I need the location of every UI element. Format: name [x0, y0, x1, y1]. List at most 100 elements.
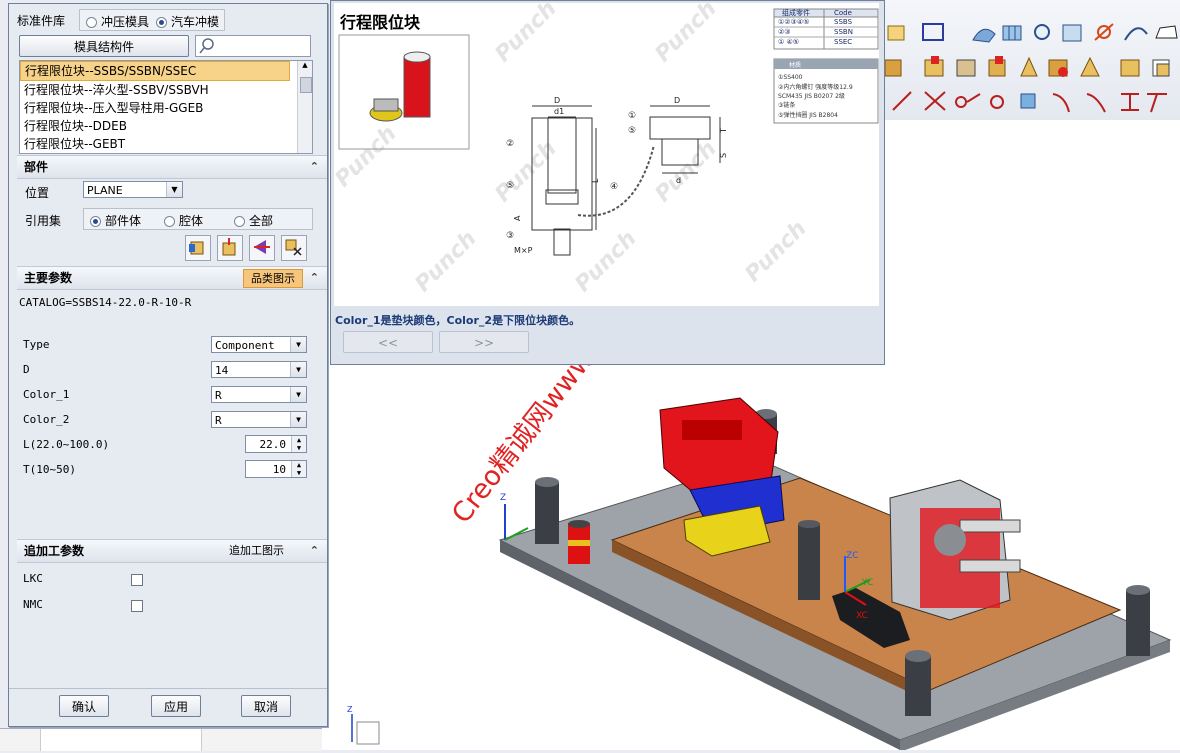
svg-text:④: ④: [610, 182, 618, 192]
curve3-icon[interactable]: [1086, 93, 1106, 113]
flip-icon: [254, 240, 270, 254]
cone-icon[interactable]: [1020, 56, 1038, 77]
svg-text:Punch: Punch: [411, 226, 482, 297]
ok-button[interactable]: 确认: [59, 695, 109, 717]
type-select[interactable]: Component ▼: [211, 336, 307, 353]
delete-part-button[interactable]: [281, 235, 307, 261]
part-section-header[interactable]: 部件 ⌃: [17, 155, 327, 179]
search-input[interactable]: [195, 35, 311, 57]
view-triad-icon: Z: [347, 705, 380, 745]
block-icon[interactable]: [924, 56, 944, 77]
trim-icon[interactable]: [924, 91, 946, 111]
color2-select[interactable]: R ▼: [211, 411, 307, 428]
feature-icon[interactable]: [1080, 56, 1100, 77]
point-icon[interactable]: [1020, 93, 1036, 109]
svg-text:组成零件: 组成零件: [782, 8, 810, 17]
sweep-icon[interactable]: [1124, 27, 1148, 41]
curve2-icon[interactable]: [1052, 93, 1070, 113]
radio-cavity[interactable]: 腔体: [164, 212, 203, 229]
stop-block-small[interactable]: [568, 520, 590, 564]
cylinder-icon[interactable]: [988, 56, 1006, 77]
next-button[interactable]: >>: [439, 331, 529, 353]
flip-button[interactable]: [249, 235, 275, 261]
chevron-down-icon: ▼: [290, 362, 306, 377]
list-item[interactable]: 行程限位块--GEBT: [20, 135, 312, 153]
svg-text:①: ①: [628, 111, 636, 121]
list-item[interactable]: 行程限位块--DDEB: [20, 117, 312, 135]
surface-icon[interactable]: [972, 28, 996, 43]
radio-dot: [234, 216, 245, 227]
arc-icon[interactable]: [955, 93, 981, 108]
color1-select[interactable]: R ▼: [211, 386, 307, 403]
l-value: 22.0: [259, 438, 287, 451]
spinner-arrows-icon[interactable]: ▲ ▼: [291, 461, 306, 477]
corner-icon[interactable]: [1147, 93, 1167, 113]
param-label-color1: Color_1: [23, 388, 70, 401]
add-part-button[interactable]: [185, 235, 211, 261]
pencil-icon[interactable]: [887, 25, 905, 41]
line-icon[interactable]: [892, 91, 912, 111]
svg-text:Punch: Punch: [651, 136, 722, 207]
list-scrollbar[interactable]: ▲: [297, 61, 312, 153]
sphere-icon[interactable]: [1048, 59, 1068, 77]
copy-icon[interactable]: [1152, 59, 1170, 77]
extrude-icon[interactable]: [884, 59, 902, 77]
preview-note: Color_1是垫块颜色，Color_2是下限位块颜色。: [335, 314, 581, 327]
position-select[interactable]: PLANE ▼: [83, 181, 183, 198]
radio-dot: [164, 216, 175, 227]
curve-icon[interactable]: [1094, 23, 1114, 41]
list-item[interactable]: 行程限位块--淬火型-SSBV/SSBVH: [20, 81, 312, 99]
classify-diagram-button[interactable]: 品类图示: [243, 269, 303, 288]
chain: [577, 144, 655, 217]
scroll-thumb[interactable]: [300, 77, 312, 93]
list-item[interactable]: 行程限位块--SSBS/SSBN/SSEC: [20, 61, 290, 81]
axis-xc-label: XC: [856, 611, 868, 621]
bracket-icon[interactable]: [1121, 93, 1139, 111]
radio-auto-label: 汽车冲模: [171, 15, 220, 29]
mold-structure-button[interactable]: 模具结构件: [19, 35, 189, 57]
right-mechanism[interactable]: [889, 479, 1021, 621]
collapse-icon[interactable]: ⌃: [310, 267, 319, 289]
radio-part-body[interactable]: 部件体: [90, 212, 141, 229]
analysis-icon[interactable]: [1034, 24, 1050, 40]
l-spinner[interactable]: 22.0 ▲ ▼: [245, 435, 307, 453]
prev-button[interactable]: <<: [343, 331, 433, 353]
axis-zc-label: ZC: [846, 551, 858, 561]
t-spinner[interactable]: 10 ▲ ▼: [245, 460, 307, 478]
svg-text:Punch: Punch: [651, 3, 722, 67]
guide-post-1[interactable]: [535, 477, 559, 544]
part-list[interactable]: 行程限位块--SSBS/SSBN/SSEC 行程限位块--淬火型-SSBV/SS…: [19, 60, 313, 154]
list-item[interactable]: 行程限位块--压入型导柱用-GGEB: [20, 99, 312, 117]
block-icon-2[interactable]: [956, 59, 976, 77]
guide-post-4[interactable]: [905, 650, 931, 716]
car-icon[interactable]: [1155, 25, 1178, 39]
t-value: 10: [272, 463, 286, 476]
guide-post-3[interactable]: [1126, 585, 1150, 656]
technical-drawing: Punch Punch Punch Punch Punch Punch Punc…: [334, 3, 879, 297]
radio-all[interactable]: 全部: [234, 212, 273, 229]
subtract-icon[interactable]: [1120, 59, 1140, 77]
spinner-arrows-icon[interactable]: ▲ ▼: [291, 436, 306, 452]
nmc-checkbox[interactable]: [131, 600, 143, 612]
main-params-header[interactable]: 主要参数 品类图示 ⌃: [17, 266, 327, 290]
lkc-checkbox[interactable]: [131, 574, 143, 586]
spring[interactable]: [798, 520, 820, 600]
refresh-icon[interactable]: [1062, 24, 1082, 42]
spline-icon[interactable]: [990, 95, 1004, 109]
mesh-icon[interactable]: [1002, 25, 1022, 41]
apply-button[interactable]: 应用: [151, 695, 201, 717]
reposition-button[interactable]: [217, 235, 243, 261]
chevron-down-icon: ▼: [290, 337, 306, 352]
collapse-icon[interactable]: ⌃: [310, 540, 319, 562]
radio-dot-selected: [90, 216, 101, 227]
cancel-button[interactable]: 取消: [241, 695, 291, 717]
position-label: 位置: [25, 186, 50, 200]
extra-diagram-link[interactable]: 追加工图示: [229, 540, 284, 562]
d-select[interactable]: 14 ▼: [211, 361, 307, 378]
radio-stamping-die[interactable]: 冲压模具: [86, 13, 149, 30]
square-select-icon[interactable]: [922, 23, 944, 41]
radio-auto-die[interactable]: 汽车冲模: [156, 13, 219, 30]
scroll-up-icon[interactable]: ▲: [298, 61, 312, 73]
collapse-icon[interactable]: ⌃: [310, 156, 319, 178]
extra-params-header[interactable]: 追加工参数 追加工图示 ⌃: [17, 539, 327, 563]
